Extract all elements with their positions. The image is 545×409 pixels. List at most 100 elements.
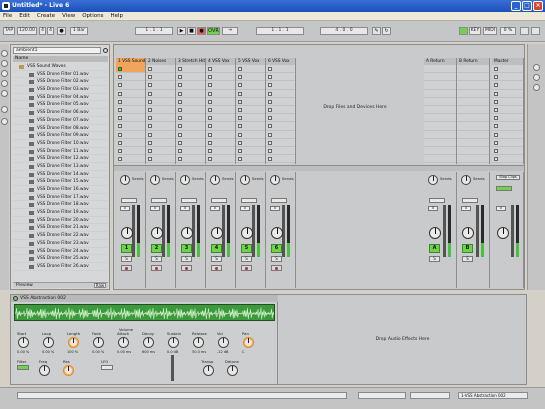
scene-play-icon[interactable] [494,75,498,80]
solo-button[interactable]: S [462,256,473,262]
scene-launch-slot[interactable] [492,81,523,90]
clip-stop-icon[interactable] [148,132,152,137]
scene-launch-slot[interactable] [492,155,523,164]
clip-stop-icon[interactable] [148,99,152,104]
clip-stop-icon[interactable] [148,107,152,112]
clip-slot[interactable] [457,122,489,131]
pan-knob[interactable] [241,227,253,239]
clip-slot[interactable] [236,81,265,90]
browser-location-field[interactable]: ambient1 [13,47,101,54]
clip-slot[interactable] [424,65,456,74]
arm-button[interactable] [241,265,252,271]
browser-file-item[interactable]: VSS Drone Filter 21.wav [13,224,108,233]
track-title[interactable]: 6 VSS Vox [266,58,296,65]
clip-slot[interactable] [457,106,489,115]
output-routing[interactable] [462,198,478,203]
master-volume-value[interactable]: 0 [496,206,506,211]
clip-slot[interactable] [424,106,456,115]
scene-play-icon[interactable] [494,157,498,162]
scene-launch-slot[interactable] [492,122,523,131]
solo-button[interactable]: S [211,256,222,262]
clip-slot[interactable] [206,73,235,82]
volume-value[interactable]: 0 [270,206,280,211]
clip-slot[interactable] [266,106,295,115]
record-button[interactable]: ● [197,27,206,35]
pan-knob[interactable] [462,227,474,239]
solo-button[interactable]: S [429,256,440,262]
lfo-on-button[interactable] [101,365,113,370]
clip-slot[interactable] [424,114,456,123]
output-routing[interactable] [241,198,257,203]
transp-knob[interactable] [203,365,214,376]
meter-numerator[interactable]: 4 [39,27,46,35]
clip-stop-icon[interactable] [268,124,272,129]
output-routing[interactable] [271,198,287,203]
clip-slot[interactable] [176,106,205,115]
clip-slot[interactable] [116,73,145,82]
follow-button[interactable]: ⇥ [222,27,238,35]
browser-file-item[interactable]: VSS Drone Filter 20.wav [13,217,108,225]
clip-stop-icon[interactable] [148,67,152,71]
browser-file-item[interactable]: VSS Drone Filter 12.wav [13,155,108,163]
clip-stop-icon[interactable] [178,124,182,129]
clip-stop-icon[interactable] [268,91,272,96]
clip-stop-icon[interactable] [238,157,242,162]
clip-slot[interactable] [266,114,295,123]
scene-launch-slot[interactable] [492,114,523,123]
clip-stop-icon[interactable] [268,107,272,112]
clip-stop-icon[interactable] [268,132,272,137]
browser-file-item[interactable]: VSS Drone Filter 14.wav [13,171,108,179]
clip-stop-icon[interactable] [178,116,182,121]
song-position-field[interactable]: 1 . 1 . 1 [135,27,173,35]
solo-button[interactable]: S [121,256,132,262]
browser-file-item[interactable]: VSS Drone Filter 05.wav [13,101,108,110]
clip-slot[interactable] [146,155,175,164]
clip-slot[interactable] [236,65,265,74]
clip-slot[interactable] [116,147,145,156]
clip-slot[interactable] [236,131,265,139]
clip-slot[interactable] [424,98,456,106]
key-map-button[interactable] [459,27,468,35]
send-a-knob[interactable] [150,175,160,185]
pan-knob[interactable] [181,227,193,239]
menu-view[interactable]: View [62,12,75,20]
clip-slot[interactable] [457,155,489,164]
clip-slot[interactable] [457,65,489,74]
clip-stop-icon[interactable] [118,157,122,162]
plugin-browser-icon[interactable] [1,60,8,67]
clip-stop-icon[interactable] [178,67,182,71]
solo-button[interactable]: S [271,256,282,262]
clip-slot[interactable] [116,131,145,139]
show-sends-icon[interactable] [533,74,540,81]
key-button[interactable]: KEY [469,27,481,35]
pan-knob[interactable] [211,227,223,239]
clip-slot[interactable] [146,98,175,106]
clip-slot[interactable] [116,90,145,98]
send-a-knob[interactable] [428,175,438,185]
volume-value[interactable]: 0 [180,206,190,211]
clip-slot[interactable] [146,90,175,98]
track-activator[interactable]: 1 [121,244,132,253]
solo-button[interactable]: S [151,256,162,262]
scene-play-icon[interactable] [494,132,498,137]
clip-stop-icon[interactable] [178,132,182,137]
meter-denominator[interactable]: 4 [47,27,54,35]
browser-file-item[interactable]: VSS Drone Filter 04.wav [13,94,108,102]
clip-stop-icon[interactable] [208,116,212,121]
file-browser-1-icon[interactable] [1,70,8,77]
clip-stop-icon[interactable] [148,124,152,129]
track-activator[interactable]: 4 [211,244,222,253]
file-browser-2-icon[interactable] [1,80,8,87]
clip-slot[interactable] [176,65,205,74]
output-routing[interactable] [181,198,197,203]
arm-button[interactable] [271,265,282,271]
clip-slot[interactable] [146,147,175,156]
clip-stop-icon[interactable] [148,116,152,121]
browser-file-item[interactable]: VSS Drone Filter 02.wav [13,78,108,87]
clip-stop-icon[interactable] [118,99,122,104]
scene-launch-slot[interactable] [492,98,523,106]
clip-stop-icon[interactable] [178,91,182,96]
file-browser-3-icon[interactable] [1,90,8,97]
browser-file-item[interactable]: VSS Drone Filter 18.wav [13,201,108,210]
browser-file-item[interactable]: VSS Drone Filter 19.wav [13,209,108,217]
